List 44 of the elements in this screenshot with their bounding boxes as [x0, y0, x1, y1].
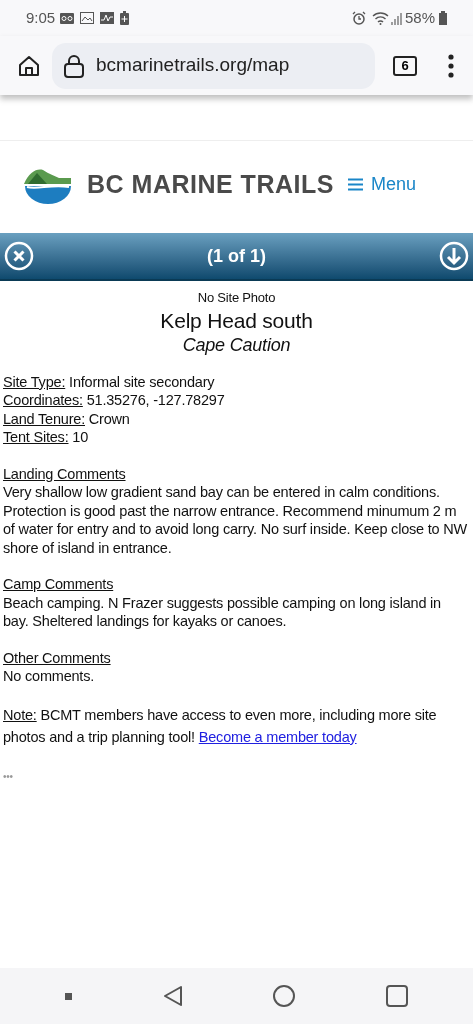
- section-text: Beach camping. N Frazer suggests possible camping on long island in bay. Sheltered landings for kayaks or canoes.: [3, 593, 442, 631]
- battery-icon: [439, 11, 447, 25]
- close-button[interactable]: [4, 241, 34, 271]
- more-options-button[interactable]: [445, 52, 457, 79]
- home-icon: [18, 54, 40, 77]
- download-button[interactable]: [439, 241, 469, 271]
- section-text: Very shallow low gradient sand bay can be entered in calm conditions. Protection is good past the narrow entrance. Recommend minumum 2 m of water for entry and to avoid long carry. No surf inside. Keep close to NW shore of island in entrance.: [3, 483, 469, 557]
- address-bar[interactable]: bcmarinetrails.org/map: [52, 42, 375, 89]
- section-heading: Other Comments: [3, 648, 112, 667]
- download-icon: [439, 241, 469, 271]
- field-line: Tent Sites: 10: [3, 428, 90, 447]
- menu-link[interactable]: Menu: [347, 171, 416, 198]
- tab-count-button[interactable]: 6: [393, 55, 417, 76]
- member-link[interactable]: Become a member today: [198, 728, 357, 745]
- signal-icon: [390, 11, 403, 25]
- field-line: Land Tenure: Crown: [3, 409, 131, 428]
- more-icon: [448, 53, 454, 78]
- section-heading: Camp Comments: [3, 575, 115, 594]
- field-line: Coordinates: 51.35276, -127.78297: [3, 391, 226, 410]
- field-line: Site Type: Informal site secondary: [3, 372, 216, 391]
- recents-icon[interactable]: [385, 985, 408, 1007]
- alarm-icon: [351, 11, 366, 25]
- close-icon: [4, 241, 34, 271]
- site-region: Cape Caution: [181, 333, 292, 356]
- activity-icon: [100, 12, 115, 24]
- brand-name: BC MARINE TRAILS: [87, 168, 334, 200]
- wifi-icon: [371, 11, 389, 25]
- menu-icon: [347, 178, 363, 191]
- battery-saver-icon: [120, 11, 130, 25]
- section-text: No comments.: [3, 667, 96, 686]
- small-square-icon[interactable]: [65, 992, 73, 1000]
- status-time: 9:05: [26, 7, 56, 28]
- member-note: Note: BCMT members have access to even more, including more site photos and a trip planning tool! Become a member today: [3, 705, 438, 747]
- url-text: bcmarinetrails.org/map: [96, 53, 290, 78]
- voicemail-icon: [60, 12, 75, 24]
- lock-icon: [64, 53, 84, 78]
- back-icon[interactable]: [162, 985, 183, 1007]
- pager-text: (1 of 1): [207, 244, 266, 268]
- battery-level: 58%: [404, 7, 435, 28]
- image-icon: [80, 12, 95, 24]
- site-name: Kelp Head south: [159, 307, 314, 334]
- home-circle-icon[interactable]: [273, 985, 296, 1007]
- no-photo-note: No Site Photo: [196, 289, 277, 307]
- section-heading: Landing Comments: [3, 464, 127, 483]
